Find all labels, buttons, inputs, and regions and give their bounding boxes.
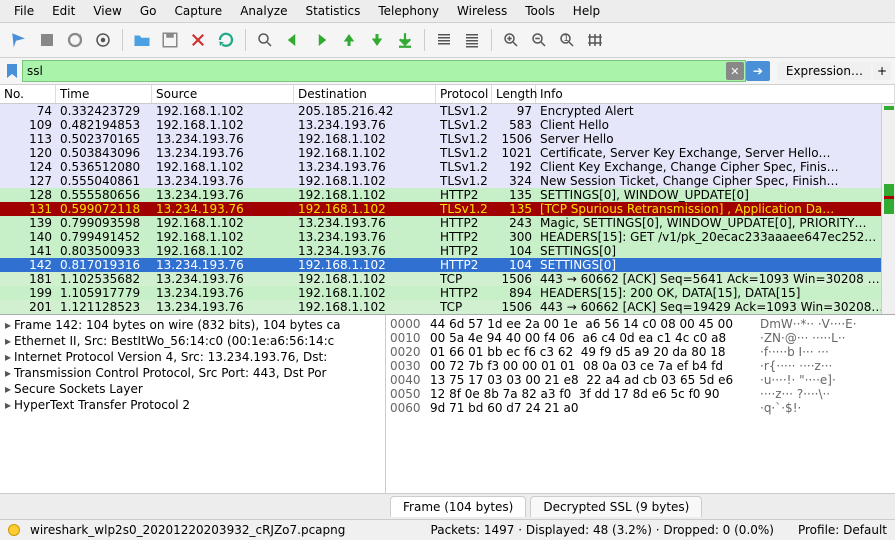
packet-row[interactable]: 1240.536512080192.168.1.10213.234.193.76… [0,160,895,174]
autoscroll-button[interactable] [431,27,457,53]
column-source[interactable]: Source [152,85,294,103]
packet-row[interactable]: 2011.12112852313.234.193.76192.168.1.102… [0,300,895,314]
add-filter-button[interactable]: + [873,62,891,80]
display-filter-bar: ✕ ➔ Expression… + [0,58,895,85]
expert-info-icon[interactable] [8,524,20,536]
packet-row[interactable]: 1280.55558065613.234.193.76192.168.1.102… [0,188,895,202]
column-protocol[interactable]: Protocol [436,85,492,103]
expand-arrow-icon[interactable]: ▸ [2,318,14,332]
menu-go[interactable]: Go [132,2,165,20]
menu-edit[interactable]: Edit [44,2,83,20]
zoom-out-button[interactable] [526,27,552,53]
capture-filename: wireshark_wlp2s0_20201220203932_cRJZo7.p… [30,523,345,537]
expand-arrow-icon[interactable]: ▸ [2,350,14,364]
menu-wireless[interactable]: Wireless [449,2,515,20]
packet-details-tree[interactable]: ▸Frame 142: 104 bytes on wire (832 bits)… [0,315,386,493]
go-forward-button[interactable] [308,27,334,53]
separator [424,29,425,51]
tree-item[interactable]: ▸Frame 142: 104 bytes on wire (832 bits)… [2,317,383,333]
reload-button[interactable] [213,27,239,53]
start-capture-button[interactable] [6,27,32,53]
menu-tools[interactable]: Tools [517,2,563,20]
capture-options-button[interactable] [90,27,116,53]
filter-bookmark-icon[interactable] [4,63,20,79]
menu-statistics[interactable]: Statistics [297,2,368,20]
tree-item[interactable]: ▸Internet Protocol Version 4, Src: 13.23… [2,349,383,365]
tree-item[interactable]: ▸Transmission Control Protocol, Src Port… [2,365,383,381]
go-first-button[interactable] [364,27,390,53]
tree-item[interactable]: ▸HyperText Transfer Protocol 2 [2,397,383,413]
zoom-in-button[interactable] [498,27,524,53]
tab-frame-bytes[interactable]: Frame (104 bytes) [390,496,526,517]
hex-line[interactable]: 00609d 71 bd 60 d7 24 21 a0·q·`·$!· [390,401,891,415]
zoom-reset-button[interactable]: 1 [554,27,580,53]
packet-list[interactable]: 740.332423729192.168.1.102205.185.216.42… [0,104,895,314]
packet-row[interactable]: 740.332423729192.168.1.102205.185.216.42… [0,104,895,118]
hex-line[interactable]: 003000 72 7b f3 00 00 01 01 08 0a 03 ce … [390,359,891,373]
column-time[interactable]: Time [56,85,152,103]
column-length[interactable]: Length [492,85,536,103]
open-file-button[interactable] [129,27,155,53]
tree-item[interactable]: ▸Secure Sockets Layer [2,381,383,397]
packet-bytes-hex[interactable]: 000044 6d 57 1d ee 2a 00 1e a6 56 14 c0 … [386,315,895,493]
svg-text:1: 1 [563,34,569,44]
packet-list-header[interactable]: No. Time Source Destination Protocol Len… [0,85,895,104]
packet-row[interactable]: 1090.482194853192.168.1.10213.234.193.76… [0,118,895,132]
column-info[interactable]: Info [536,85,895,103]
clear-filter-button[interactable]: ✕ [726,62,744,80]
bytes-tabstrip: Frame (104 bytes) Decrypted SSL (9 bytes… [0,493,895,519]
packet-row[interactable]: 1200.50384309613.234.193.76192.168.1.102… [0,146,895,160]
column-no[interactable]: No. [0,85,56,103]
menubar: File Edit View Go Capture Analyze Statis… [0,0,895,23]
menu-help[interactable]: Help [565,2,608,20]
separator [245,29,246,51]
separator [491,29,492,51]
tree-item[interactable]: ▸Ethernet II, Src: BestItWo_56:14:c0 (00… [2,333,383,349]
packet-row[interactable]: 1991.10591777913.234.193.76192.168.1.102… [0,286,895,300]
packet-counts: Packets: 1497 · Displayed: 48 (3.2%) · D… [431,523,774,537]
tab-decrypted-ssl[interactable]: Decrypted SSL (9 bytes) [530,496,702,517]
restart-capture-button[interactable] [62,27,88,53]
stop-capture-button[interactable] [34,27,60,53]
expand-arrow-icon[interactable]: ▸ [2,382,14,396]
colorize-button[interactable] [459,27,485,53]
go-back-button[interactable] [280,27,306,53]
go-last-button[interactable] [392,27,418,53]
packet-row[interactable]: 1390.799093598192.168.1.10213.234.193.76… [0,216,895,230]
expression-button[interactable]: Expression… [778,62,871,80]
separator [122,29,123,51]
packet-row[interactable]: 1400.799491452192.168.1.10213.234.193.76… [0,230,895,244]
save-file-button[interactable] [157,27,183,53]
hex-line[interactable]: 004013 75 17 03 03 00 21 e8 22 a4 ad cb … [390,373,891,387]
packet-row[interactable]: 1410.803500933192.168.1.10213.234.193.76… [0,244,895,258]
hex-line[interactable]: 001000 5a 4e 94 40 00 f4 06 a6 c4 0d ea … [390,331,891,345]
close-file-button[interactable] [185,27,211,53]
main-toolbar: 1 [0,23,895,58]
menu-telephony[interactable]: Telephony [370,2,447,20]
menu-analyze[interactable]: Analyze [232,2,295,20]
packet-row[interactable]: 1310.59907211813.234.193.76192.168.1.102… [0,202,895,216]
hex-line[interactable]: 000044 6d 57 1d ee 2a 00 1e a6 56 14 c0 … [390,317,891,331]
menu-file[interactable]: File [6,2,42,20]
packet-row[interactable]: 1811.10253568213.234.193.76192.168.1.102… [0,272,895,286]
expand-arrow-icon[interactable]: ▸ [2,334,14,348]
packet-row[interactable]: 1420.81701931613.234.193.76192.168.1.102… [0,258,895,272]
menu-capture[interactable]: Capture [166,2,230,20]
profile-label[interactable]: Profile: Default [798,523,887,537]
column-destination[interactable]: Destination [294,85,436,103]
hex-line[interactable]: 005012 8f 0e 8b 7a 82 a3 f0 3f dd 17 8d … [390,387,891,401]
packet-row[interactable]: 1270.55504086113.234.193.76192.168.1.102… [0,174,895,188]
expand-arrow-icon[interactable]: ▸ [2,398,14,412]
display-filter-input[interactable] [22,60,746,82]
status-bar: wireshark_wlp2s0_20201220203932_cRJZo7.p… [0,519,895,540]
menu-view[interactable]: View [85,2,129,20]
packet-map-scrollbar[interactable] [881,104,895,314]
find-button[interactable] [252,27,278,53]
go-to-packet-button[interactable] [336,27,362,53]
resize-columns-button[interactable] [582,27,608,53]
apply-filter-button[interactable]: ➔ [746,61,770,81]
expand-arrow-icon[interactable]: ▸ [2,366,14,380]
hex-line[interactable]: 002001 66 01 bb ec f6 c3 62 49 f9 d5 a9 … [390,345,891,359]
packet-row[interactable]: 1130.50237016513.234.193.76192.168.1.102… [0,132,895,146]
